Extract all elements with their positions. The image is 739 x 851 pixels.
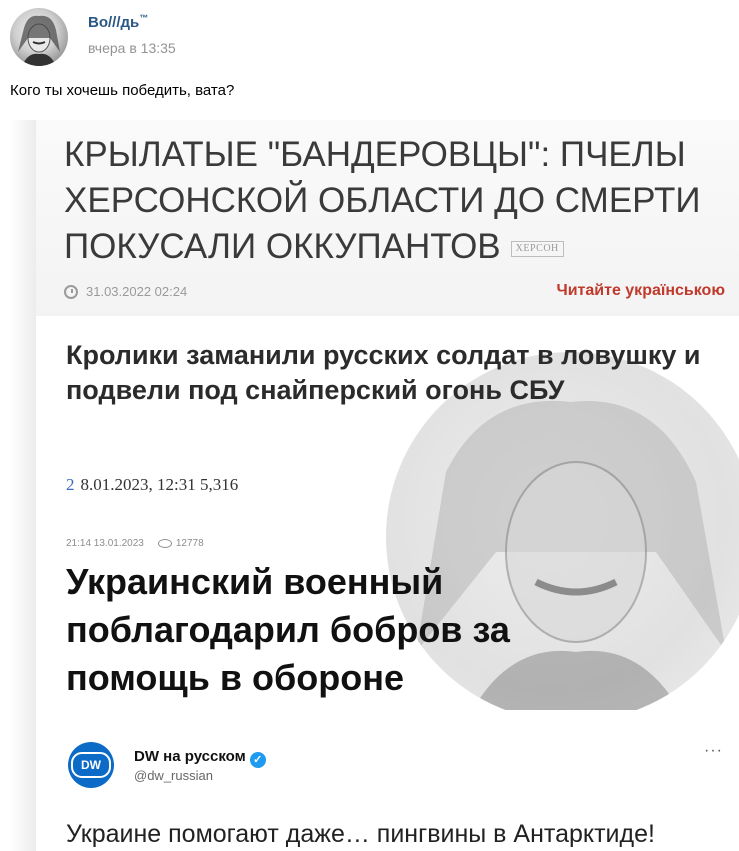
article-2-views: 5,316 — [199, 475, 239, 494]
article-1: КРЫЛАТЫЕ "БАНДЕРОВЦЫ": ПЧЕЛЫ ХЕРСОНСКОЙ … — [36, 120, 739, 316]
post-time[interactable]: вчера в 13:35 — [88, 40, 176, 56]
article-3-views: 12778 — [175, 538, 204, 549]
author-name[interactable]: Во///дь™ — [88, 13, 148, 31]
post-image[interactable]: КРЫЛАТЫЕ "БАНДЕРОВЦЫ": ПЧЕЛЫ ХЕРСОНСКОЙ … — [36, 120, 739, 851]
read-ukrainian-link: Читайте українською — [556, 282, 725, 299]
article-3-datetime: 21:14 13.01.2023 — [66, 538, 144, 549]
comment-count: 2 — [66, 475, 75, 494]
article-2-date: 8.01.2023, 12:31 — [80, 475, 196, 494]
tweet-text: Украине помогают даже… пингвины в Антарк… — [66, 820, 655, 848]
article-3-meta: 21:14 13.01.2023 12778 — [66, 538, 204, 549]
avatar[interactable] — [10, 8, 68, 66]
article-3-headline: Украинский военный поблагодарил бобров з… — [66, 561, 510, 698]
more-icon: ··· — [704, 742, 723, 759]
article-2-meta: 2 8.01.2023, 12:31 5,316 — [66, 475, 238, 495]
tweet-handle: @dw_russian — [134, 768, 213, 783]
verified-icon: ✓ — [249, 752, 266, 768]
article-1-headline: КРЫЛАТЫЕ "БАНДЕРОВЦЫ": ПЧЕЛЫ ХЕРСОНСКОЙ … — [64, 135, 701, 266]
image-edge — [10, 120, 36, 851]
article-2-headline: Кролики заманили русских солдат в ловушк… — [66, 340, 701, 405]
tweet-author: DW на русском ✓ — [134, 748, 266, 768]
clock-icon — [64, 285, 78, 299]
post-header: Во///дь™ вчера в 13:35 — [0, 0, 739, 75]
article-1-date: 31.03.2022 02:24 — [64, 284, 187, 299]
region-tag: ХЕРСОН — [510, 240, 564, 257]
dw-logo: DW — [68, 742, 114, 788]
tweet: DW DW на русском ✓ @dw_russian ··· Украин… — [36, 710, 739, 851]
post-text: Кого ты хочешь победить, вата? — [10, 82, 235, 99]
eye-icon — [157, 538, 172, 548]
